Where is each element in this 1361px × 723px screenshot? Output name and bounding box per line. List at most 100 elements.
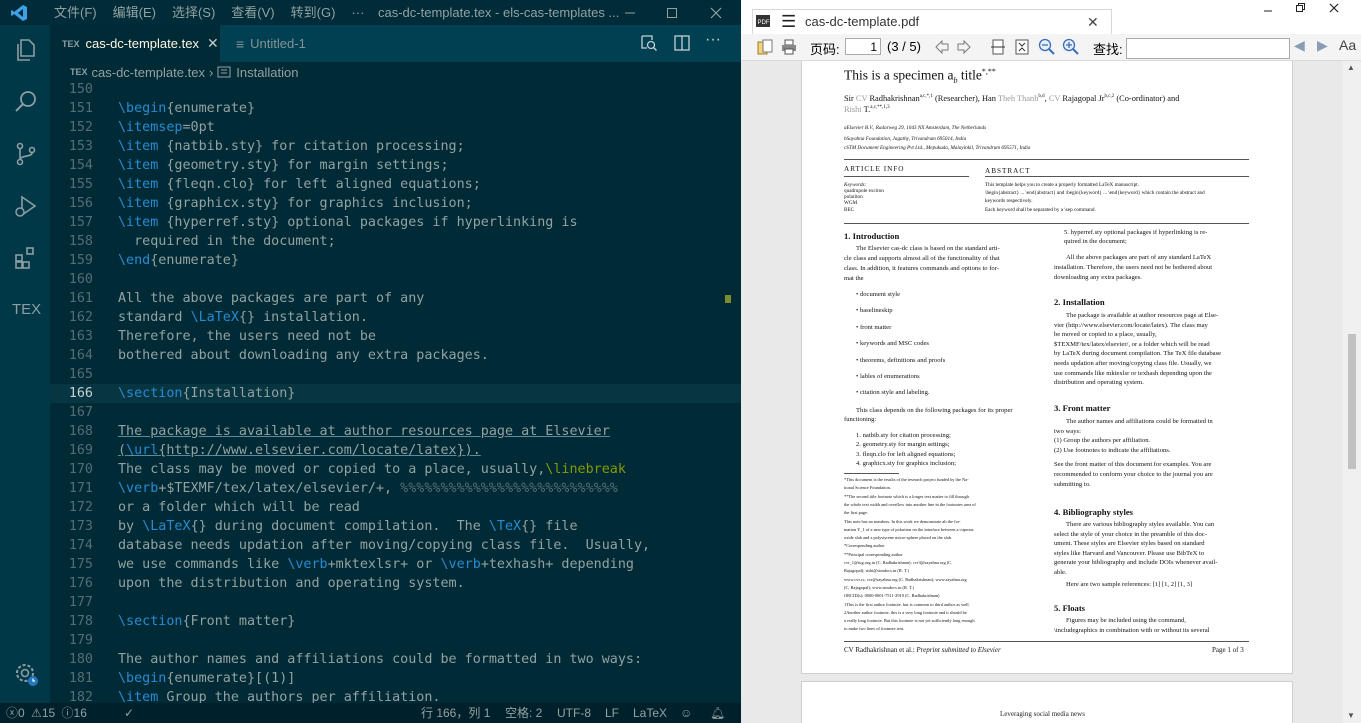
menu-edit[interactable]: 编辑(E) [105, 0, 164, 25]
zoom-in-icon[interactable] [1062, 38, 1080, 56]
settings-gear-icon[interactable] [13, 661, 39, 687]
code-line[interactable]: 178 \section{Front matter} [50, 612, 741, 631]
next-page-icon[interactable] [956, 39, 972, 55]
code-line[interactable]: 158 required in the document; [50, 232, 741, 251]
breadcrumb-file[interactable]: cas-dc-template.tex [92, 65, 205, 80]
pdf-document-area[interactable]: This is a specimen ab title*,** Sir CV R… [741, 61, 1343, 723]
pdf-minimize-button[interactable] [1253, 0, 1283, 16]
line-number: 161 [68, 291, 93, 306]
code-line[interactable]: 167 [50, 403, 741, 422]
notifications-bell-icon[interactable]: 🔔︎ [710, 703, 725, 723]
code-line[interactable]: 179 [50, 631, 741, 650]
match-case-icon[interactable]: Aa [1339, 37, 1356, 53]
find-prev-icon[interactable]: ◀ [1294, 37, 1305, 54]
search-label: 查找: [1093, 42, 1123, 57]
print-icon[interactable] [781, 39, 797, 55]
editor-scrollbar[interactable] [722, 82, 741, 703]
code-text: Therefore, the users need not be [118, 329, 376, 344]
code-line[interactable]: 168 The package is available at author re… [50, 422, 741, 441]
split-editor-icon[interactable] [673, 34, 691, 52]
feedback-icon[interactable]: ☺ [680, 703, 692, 723]
menu-view[interactable]: 查看(V) [223, 0, 282, 25]
code-line[interactable]: 155 \item {fleqn.clo} for left aligned eq… [50, 175, 741, 194]
open-file-icon[interactable] [757, 39, 773, 55]
tex-icon[interactable]: TEX [12, 301, 41, 318]
cursor-position[interactable]: 行 166，列 1 [421, 703, 490, 723]
menu-go[interactable]: 转到(G) [283, 0, 344, 25]
code-line[interactable]: 171 \verb+$TEXMF/tex/latex/elsevier/+, %%… [50, 479, 741, 498]
code-line[interactable]: 172 or a folder which will be read [50, 498, 741, 517]
line-number: 179 [68, 633, 93, 648]
code-line[interactable]: 175 we use commands like \verb+mktexlsr+ … [50, 555, 741, 574]
zoom-out-icon[interactable] [1038, 38, 1056, 56]
scroll-down-icon[interactable]: ▼ [1347, 711, 1355, 720]
code-line[interactable]: 161 All the above packages are part of an… [50, 289, 741, 308]
code-line[interactable]: 153 \item {natbib.sty} for citation proce… [50, 137, 741, 156]
pdf-text-line: The author names and affiliations could … [1066, 418, 1213, 425]
code-line[interactable]: 162 standard \LaTeX{} installation. [50, 308, 741, 327]
code-line[interactable]: 173 by \LaTeX{} during document compilati… [50, 517, 741, 536]
menu-selection[interactable]: 选择(S) [164, 0, 223, 25]
fit-page-icon[interactable] [1014, 39, 1030, 55]
code-line[interactable]: 182 \item Group the authors per affiliati… [50, 688, 741, 703]
source-control-icon[interactable] [13, 141, 39, 167]
language-mode[interactable]: LaTeX [633, 703, 667, 723]
code-editor[interactable]: 150 151 \begin{enumerate} 152 \itemsep=0pt 15… [50, 82, 741, 703]
pdf-close-button[interactable] [1319, 0, 1349, 16]
code-line[interactable]: 169 (\url{http://www.elsevier.com/locate/… [50, 441, 741, 460]
find-next-icon[interactable]: ▶ [1317, 37, 1328, 54]
fit-width-icon[interactable] [990, 39, 1006, 55]
menu-more[interactable]: ··· [343, 0, 372, 25]
more-actions-icon[interactable]: ··· [705, 31, 721, 49]
minimize-button[interactable] [608, 0, 652, 25]
code-line[interactable]: 152 \itemsep=0pt [50, 118, 741, 137]
pdf-tab-close-icon[interactable]: ✕ [1087, 14, 1099, 31]
line-number: 169 [68, 443, 93, 458]
menu-icon[interactable]: ☰ [781, 12, 796, 32]
code-line[interactable]: 170 The class may be moved or copied to a… [50, 460, 741, 479]
code-line[interactable]: 176 upon the distribution and operating s… [50, 574, 741, 593]
code-line[interactable]: 157 \item {hyperref.sty} optional package… [50, 213, 741, 232]
problems-indicator[interactable]: ⓧ0 ⚠15 ⓘ16 [6, 703, 87, 723]
code-line[interactable]: 164 bothered about downloading any extra … [50, 346, 741, 365]
scroll-up-icon[interactable]: ▲ [1347, 63, 1355, 72]
prev-page-icon[interactable] [934, 39, 950, 55]
code-line[interactable]: 160 [50, 270, 741, 289]
code-text: or a folder which will be read [118, 500, 360, 515]
check-icon[interactable]: ✓ [124, 703, 134, 723]
explorer-icon[interactable] [13, 37, 39, 63]
end-of-line[interactable]: LF [605, 703, 619, 723]
tab-cas-dc-template[interactable]: TEX cas-dc-template.tex ✕ [50, 25, 220, 62]
run-debug-icon[interactable] [13, 193, 39, 219]
code-line[interactable]: 177 [50, 593, 741, 612]
pdf-search-input[interactable] [1126, 38, 1290, 59]
pdf-text-line: 2. geometry.sty for margin settings; [856, 441, 950, 449]
maximize-button[interactable] [650, 0, 694, 25]
breadcrumb-section[interactable]: Installation [236, 65, 298, 80]
code-line[interactable]: 174 database needs updation after moving/… [50, 536, 741, 555]
pdf-scroll-thumb[interactable] [1348, 334, 1356, 469]
indentation[interactable]: 空格: 2 [505, 703, 542, 723]
maximize-icon [667, 7, 677, 18]
tab-close-icon[interactable]: ✕ [207, 35, 219, 52]
tab-untitled-1[interactable]: ≡ Untitled-1 [220, 25, 355, 62]
code-line[interactable]: 154 \item {geometry.sty} for margin setti… [50, 156, 741, 175]
pdf-maximize-button[interactable] [1285, 0, 1315, 16]
search-icon[interactable] [13, 89, 39, 115]
code-line[interactable]: 163 Therefore, the users need not be [50, 327, 741, 346]
code-line[interactable]: 150 [50, 82, 741, 99]
menu-file[interactable]: 文件(F) [46, 0, 105, 25]
code-line[interactable]: 180 The author names and affiliations cou… [50, 650, 741, 669]
pdf-scrollbar[interactable]: ▲ ▼ [1343, 61, 1361, 723]
open-preview-icon[interactable] [640, 34, 658, 52]
code-line[interactable]: 165 [50, 365, 741, 384]
extensions-icon[interactable] [13, 245, 39, 271]
code-line[interactable]: 159 \end{enumerate} [50, 251, 741, 270]
encoding[interactable]: UTF-8 [557, 703, 591, 723]
code-line[interactable]: 156 \item {graphicx.sty} for graphics inc… [50, 194, 741, 213]
code-line[interactable]: 151 \begin{enumerate} [50, 99, 741, 118]
close-window-button[interactable] [694, 0, 738, 25]
page-number-input[interactable]: 1 [845, 38, 881, 55]
code-line[interactable]: 166 \section{Installation} [50, 384, 741, 403]
code-line[interactable]: 181 \begin{enumerate}[(1)] [50, 669, 741, 688]
